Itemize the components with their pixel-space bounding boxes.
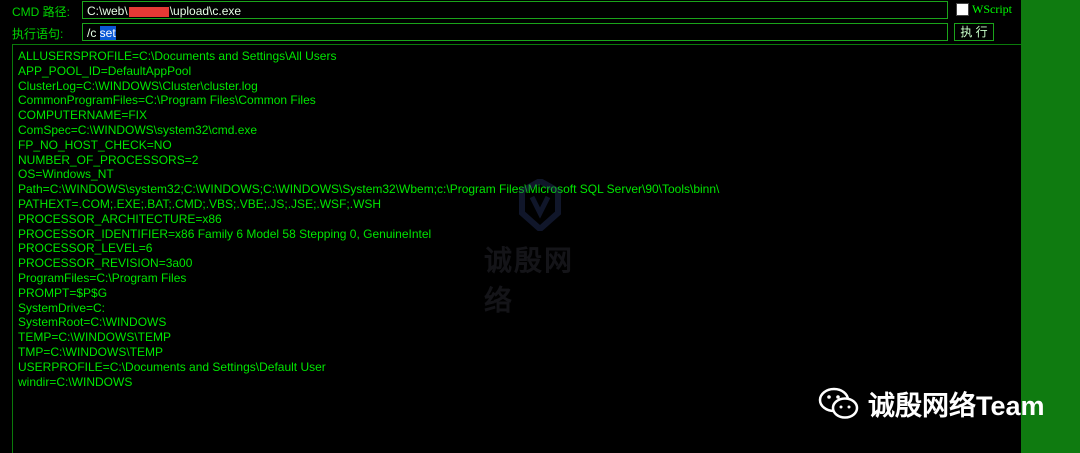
output-line: CommonProgramFiles=C:\Program Files\Comm… xyxy=(18,93,316,108)
cmd-path-prefix: C:\web\ xyxy=(87,4,128,18)
wscript-checkbox[interactable] xyxy=(956,3,969,16)
redaction-mark xyxy=(128,6,169,17)
exec-statement-input[interactable]: /c set xyxy=(82,23,948,41)
cmd-path-row: CMD 路径: C:\web\ \upload\c.exe WScript xyxy=(0,0,1021,22)
output-line: ComSpec=C:\WINDOWS\system32\cmd.exe xyxy=(18,122,258,137)
wechat-icon xyxy=(818,387,859,419)
output-line: COMPUTERNAME=FIX xyxy=(18,108,148,123)
wscript-label: WScript xyxy=(972,2,1012,16)
brand-logo-icon xyxy=(519,179,561,231)
brand-watermark: 诚殷网络Team xyxy=(818,384,1045,423)
output-line: USERPROFILE=C:\Documents and Settings\De… xyxy=(18,359,326,374)
exec-statement-prefix: /c xyxy=(87,26,100,40)
output-line: ALLUSERSPROFILE=C:\Documents and Setting… xyxy=(18,49,337,63)
cmd-path-suffix: \upload\c.exe xyxy=(169,4,242,18)
exec-statement-row: 执行语句: /c set 执 行 xyxy=(0,22,1021,44)
brand-watermark-text: 诚殷网络Team xyxy=(868,391,1045,421)
output-line: ClusterLog=C:\WINDOWS\Cluster\cluster.lo… xyxy=(18,78,258,93)
center-watermark-text: 诚殷网络 xyxy=(484,245,575,316)
output-line: TMP=C:\WINDOWS\TEMP xyxy=(18,344,163,359)
execute-button[interactable]: 执 行 xyxy=(954,23,994,41)
output-line: NUMBER_OF_PROCESSORS=2 xyxy=(18,152,199,167)
webshell-cmd-page: CMD 路径: C:\web\ \upload\c.exe WScript 执行语… xyxy=(0,0,1080,453)
output-line: FP_NO_HOST_CHECK=NO xyxy=(18,137,172,152)
exec-statement-selected-text: set xyxy=(99,26,116,40)
center-watermark: 诚殷网络 xyxy=(484,179,602,316)
output-line: TEMP=C:\WINDOWS\TEMP xyxy=(18,330,171,345)
wscript-option[interactable]: WScript xyxy=(956,2,1012,17)
output-line: APP_POOL_ID=DefaultAppPool xyxy=(18,63,192,78)
cmd-path-input[interactable]: C:\web\ \upload\c.exe xyxy=(82,1,948,19)
